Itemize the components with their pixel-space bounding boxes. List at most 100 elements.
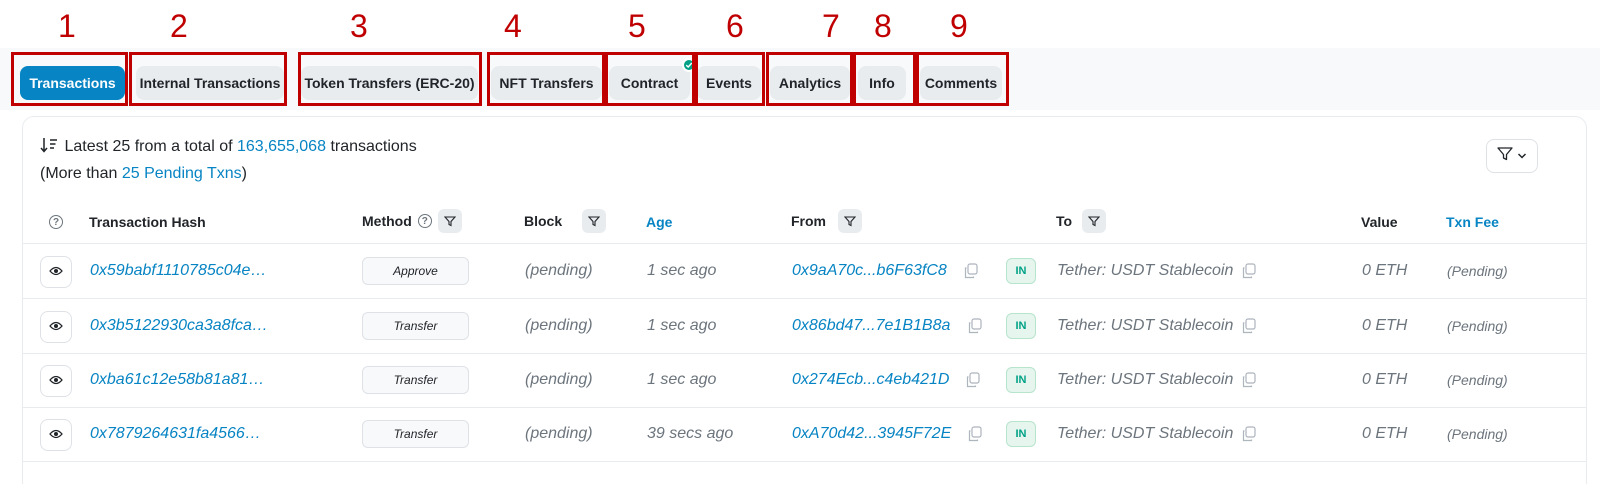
- row-divider: [22, 461, 1587, 462]
- value-cell: 0 ETH: [1362, 317, 1408, 334]
- to-filter-icon[interactable]: [1082, 209, 1107, 233]
- annotation-number-2: 2: [170, 8, 188, 44]
- direction-in-badge: IN: [1006, 313, 1036, 339]
- annotation-number-9: 9: [950, 8, 968, 44]
- from-address-link[interactable]: 0x274Ecb...c4eb421D: [792, 353, 949, 407]
- from-filter-icon[interactable]: [838, 209, 862, 233]
- method-badge: Transfer: [362, 366, 469, 394]
- method-help-icon[interactable]: ?: [417, 214, 432, 228]
- age-cell: 39 secs ago: [647, 425, 734, 442]
- eye-icon: [49, 426, 63, 444]
- annotation-number-7: 7: [822, 8, 840, 44]
- annotation-box-1: [11, 52, 128, 106]
- pending-txns-link[interactable]: 25 Pending Txns: [122, 165, 242, 182]
- txn-fee-cell: (Pending): [1447, 263, 1508, 279]
- pending-suffix: ): [241, 165, 247, 182]
- annotation-box-4: [487, 52, 605, 106]
- column-header-to-label: To: [1056, 213, 1073, 229]
- annotation-number-4: 4: [504, 8, 522, 44]
- annotation-number-6: 6: [726, 8, 744, 44]
- tx-hash-link[interactable]: 0x7879264631fa4566…: [90, 407, 261, 461]
- to-address-name[interactable]: Tether: USDT Stablecoin: [1057, 244, 1233, 298]
- txn-fee-cell: (Pending): [1447, 372, 1508, 388]
- to-address-name[interactable]: Tether: USDT Stablecoin: [1057, 299, 1233, 353]
- table-row: 0x7879264631fa4566… Transfer (pending) 3…: [0, 407, 1600, 461]
- method-badge: Transfer: [362, 420, 469, 448]
- block-cell: (pending): [525, 317, 593, 334]
- copy-icon[interactable]: [1242, 372, 1256, 388]
- block-cell: (pending): [525, 425, 593, 442]
- from-address-link[interactable]: 0x9aA70c...b6F63fC8: [792, 244, 947, 298]
- pending-prefix: (More than: [40, 165, 118, 182]
- chevron-down-icon: [1517, 147, 1527, 165]
- column-header-block-label: Block: [524, 213, 563, 229]
- column-header-method: Method ?: [362, 209, 462, 233]
- transactions-summary: Latest 25 from a total of 163,655,068 tr…: [40, 134, 417, 186]
- column-header-hash: Transaction Hash: [89, 214, 206, 230]
- copy-icon[interactable]: [1242, 426, 1256, 442]
- eye-icon: [49, 372, 63, 390]
- annotation-box-7: [766, 52, 853, 106]
- annotation-box-2: [129, 52, 287, 106]
- copy-icon[interactable]: [968, 426, 982, 442]
- age-cell: 1 sec ago: [647, 317, 717, 334]
- filter-dropdown-button[interactable]: [1486, 139, 1538, 173]
- block-cell: (pending): [525, 262, 593, 279]
- table-row: 0xba61c12e58b81a81… Transfer (pending) 1…: [0, 353, 1600, 407]
- method-badge: Approve: [362, 257, 469, 285]
- column-header-to: To: [1056, 209, 1107, 233]
- view-details-button[interactable]: [40, 311, 72, 343]
- to-address-name[interactable]: Tether: USDT Stablecoin: [1057, 353, 1233, 407]
- column-header-value: Value: [1361, 214, 1398, 230]
- direction-in-badge: IN: [1006, 367, 1036, 393]
- method-filter-icon[interactable]: [437, 209, 462, 233]
- sort-icon: [40, 136, 60, 161]
- copy-icon[interactable]: [968, 318, 982, 334]
- annotation-box-8: [853, 52, 916, 106]
- total-transactions-link[interactable]: 163,655,068: [237, 138, 326, 155]
- from-address-link[interactable]: 0x86bd47...7e1B1B8a: [792, 299, 950, 353]
- tx-hash-link[interactable]: 0xba61c12e58b81a81…: [90, 353, 264, 407]
- annotation-number-8: 8: [874, 8, 892, 44]
- annotation-box-9: [916, 52, 1009, 106]
- column-header-method-label: Method: [362, 213, 412, 229]
- summary-prefix: Latest 25 from a total of: [64, 138, 233, 155]
- view-details-button[interactable]: [40, 365, 72, 397]
- eye-icon: [49, 318, 63, 336]
- copy-icon[interactable]: [1242, 318, 1256, 334]
- block-cell: (pending): [525, 371, 593, 388]
- txn-fee-cell: (Pending): [1447, 426, 1508, 442]
- value-cell: 0 ETH: [1362, 425, 1408, 442]
- column-header-from: From: [791, 209, 862, 233]
- summary-suffix: transactions: [330, 138, 417, 155]
- to-address-name[interactable]: Tether: USDT Stablecoin: [1057, 407, 1233, 461]
- direction-in-badge: IN: [1006, 421, 1036, 447]
- from-address-link[interactable]: 0xA70d42...3945F72E: [792, 407, 951, 461]
- view-details-button[interactable]: [40, 256, 72, 288]
- table-row: 0x3b5122930ca3a8fca… Transfer (pending) …: [0, 299, 1600, 353]
- tx-hash-link[interactable]: 0x3b5122930ca3a8fca…: [90, 299, 268, 353]
- copy-icon[interactable]: [1242, 263, 1256, 279]
- value-cell: 0 ETH: [1362, 262, 1408, 279]
- age-cell: 1 sec ago: [647, 371, 717, 388]
- table-row: 0x59babf1110785c04e… Approve (pending) 1…: [0, 244, 1600, 298]
- annotation-number-1: 1: [58, 8, 76, 44]
- copy-icon[interactable]: [966, 372, 980, 388]
- annotation-box-6: [695, 52, 765, 106]
- column-header-hash-label: Transaction Hash: [89, 214, 206, 230]
- method-badge: Transfer: [362, 312, 469, 340]
- view-details-button[interactable]: [40, 419, 72, 451]
- column-header-from-label: From: [791, 213, 826, 229]
- column-header-block: Block: [524, 209, 607, 233]
- column-header-txn-fee[interactable]: Txn Fee: [1446, 214, 1499, 230]
- eye-icon: [49, 263, 63, 281]
- column-header-age[interactable]: Age: [646, 214, 672, 230]
- copy-icon[interactable]: [964, 263, 978, 279]
- tx-hash-link[interactable]: 0x59babf1110785c04e…: [90, 244, 266, 298]
- annotation-box-3: [298, 52, 482, 106]
- age-cell: 1 sec ago: [647, 262, 717, 279]
- column-help-icon[interactable]: ?: [49, 215, 63, 229]
- annotation-box-5: [605, 52, 695, 106]
- annotation-number-3: 3: [350, 8, 368, 44]
- block-filter-icon[interactable]: [582, 209, 607, 233]
